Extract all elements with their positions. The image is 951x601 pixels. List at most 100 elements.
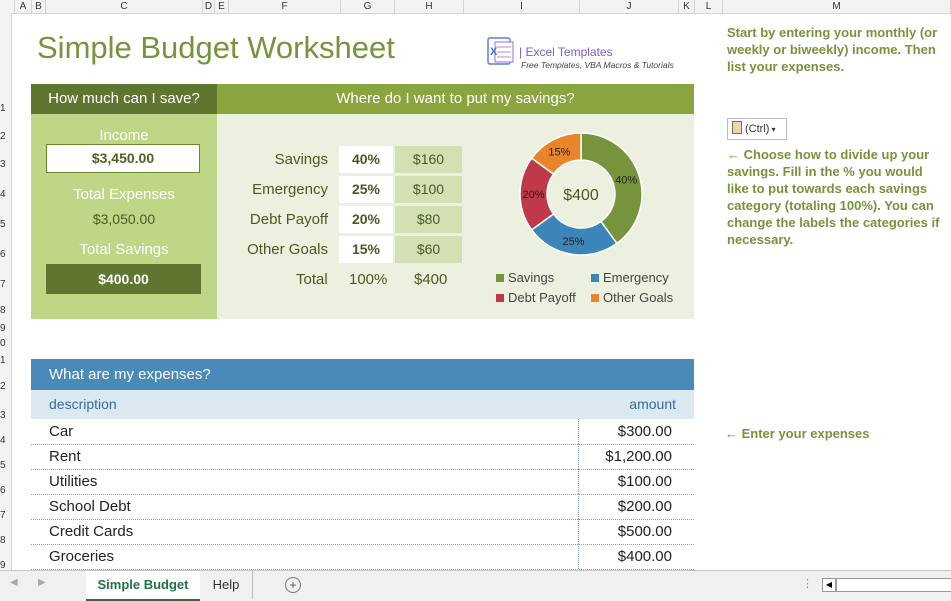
- expense-row[interactable]: Groceries $400.00: [31, 544, 694, 570]
- total-savings-value: $400.00: [46, 264, 201, 294]
- category-label-emergency[interactable]: Emergency: [217, 181, 328, 198]
- clipboard-icon: [732, 121, 742, 134]
- horizontal-scrollbar[interactable]: [836, 578, 951, 592]
- add-sheet-icon[interactable]: +: [285, 577, 301, 593]
- col-header-e[interactable]: E: [215, 0, 229, 13]
- expense-description[interactable]: Utilities: [49, 473, 97, 490]
- amount-debt-payoff: $80: [395, 206, 462, 233]
- row-header[interactable]: 0: [0, 338, 11, 349]
- row-header[interactable]: 8: [0, 305, 11, 316]
- category-label-other-goals[interactable]: Other Goals: [217, 241, 328, 258]
- hscroll-left-icon[interactable]: ◀: [822, 578, 836, 592]
- row-header[interactable]: 7: [0, 510, 11, 521]
- expense-row[interactable]: School Debt $200.00: [31, 494, 694, 520]
- expense-description[interactable]: School Debt: [49, 498, 131, 515]
- expenses-column-headers: description amount: [31, 390, 694, 419]
- col-header-a[interactable]: A: [15, 0, 32, 13]
- row-header[interactable]: 7: [0, 279, 11, 290]
- expense-description[interactable]: Groceries: [49, 548, 114, 565]
- total-expenses-value: $3,050.00: [92, 211, 156, 227]
- row-header[interactable]: 5: [0, 460, 11, 471]
- col-header-m[interactable]: M: [723, 0, 951, 13]
- legend-item-emergency: Emergency: [591, 270, 669, 285]
- donut-data-label: 40%: [615, 174, 637, 186]
- col-header-k[interactable]: K: [679, 0, 695, 13]
- chevron-down-icon: ▾: [771, 125, 776, 134]
- income-label: Income: [99, 127, 149, 144]
- col-header-c[interactable]: C: [46, 0, 203, 13]
- category-label-debt-payoff[interactable]: Debt Payoff: [217, 211, 328, 228]
- row-header[interactable]: 6: [0, 249, 11, 260]
- col-header-b[interactable]: B: [32, 0, 46, 13]
- col-header-h[interactable]: H: [395, 0, 464, 13]
- column-divider: [578, 544, 579, 569]
- col-header-i[interactable]: I: [464, 0, 580, 13]
- expense-amount[interactable]: $200.00: [618, 498, 672, 515]
- pct-input-other-goals[interactable]: 15%: [339, 236, 393, 263]
- col-header-f[interactable]: F: [229, 0, 341, 13]
- legend-label: Other Goals: [603, 290, 674, 305]
- column-divider: [578, 469, 579, 494]
- scroll-right-icon[interactable]: ▶: [38, 577, 46, 588]
- row-header[interactable]: 2: [0, 381, 11, 392]
- expense-row[interactable]: Car $300.00: [31, 419, 694, 445]
- tab-splitter-icon[interactable]: ⋮: [802, 577, 813, 590]
- col-header-g[interactable]: G: [341, 0, 395, 13]
- row-header[interactable]: 9: [0, 323, 11, 334]
- select-all-corner[interactable]: [0, 0, 15, 13]
- scroll-left-icon[interactable]: ◀: [10, 577, 18, 588]
- expense-amount[interactable]: $500.00: [618, 523, 672, 540]
- paste-options-button[interactable]: (Ctrl) ▾: [727, 118, 787, 140]
- column-header-bar: A B C D E F G H I J K L M: [0, 0, 951, 14]
- col-header-d[interactable]: D: [203, 0, 215, 13]
- total-amount: $400: [414, 271, 448, 288]
- expense-row[interactable]: Credit Cards $500.00: [31, 519, 694, 545]
- row-header[interactable]: 5: [0, 219, 11, 230]
- pct-input-debt-payoff[interactable]: 20%: [339, 206, 393, 233]
- amount-emergency: $100: [395, 176, 462, 203]
- column-divider: [578, 494, 579, 519]
- donut-data-label: 20%: [522, 189, 544, 201]
- tab-simple-budget[interactable]: Simple Budget: [86, 571, 200, 601]
- row-header[interactable]: 8: [0, 535, 11, 546]
- income-input[interactable]: $3,450.00: [46, 144, 200, 173]
- pct-input-emergency[interactable]: 25%: [339, 176, 393, 203]
- expense-amount[interactable]: $100.00: [618, 473, 672, 490]
- total-pct: 100%: [349, 271, 388, 288]
- pct-input-savings[interactable]: 40%: [339, 146, 393, 173]
- amount-column-header: amount: [629, 396, 676, 412]
- row-header[interactable]: 1: [0, 103, 11, 114]
- amount-savings: $160: [395, 146, 462, 173]
- expense-description[interactable]: Car: [49, 423, 73, 440]
- legend-item-other-goals: Other Goals: [591, 290, 673, 305]
- row-header[interactable]: 3: [0, 410, 11, 421]
- category-label-savings[interactable]: Savings: [217, 151, 328, 168]
- legend-swatch: [496, 294, 504, 302]
- row-header[interactable]: 1: [0, 355, 11, 366]
- row-header[interactable]: 4: [0, 435, 11, 446]
- logo-title: | Excel Templates: [519, 45, 613, 59]
- expense-description[interactable]: Rent: [49, 448, 81, 465]
- total-savings-label: Total Savings: [79, 241, 169, 258]
- tab-help[interactable]: Help: [200, 571, 253, 599]
- expenses-note: ← Enter your expenses: [725, 426, 870, 441]
- legend-item-debt-payoff: Debt Payoff: [496, 290, 576, 305]
- expense-row[interactable]: Rent $1,200.00: [31, 444, 694, 470]
- expense-description[interactable]: Credit Cards: [49, 523, 133, 540]
- col-header-j[interactable]: J: [580, 0, 679, 13]
- row-header[interactable]: 2: [0, 131, 11, 142]
- col-header-l[interactable]: L: [695, 0, 723, 13]
- row-header[interactable]: 3: [0, 159, 11, 170]
- column-divider: [578, 419, 579, 444]
- row-header[interactable]: 6: [0, 485, 11, 496]
- description-column-header: description: [49, 396, 117, 412]
- expense-amount[interactable]: $400.00: [618, 548, 672, 565]
- savings-donut-chart[interactable]: 40% 25% 20% 15% $400: [515, 129, 647, 259]
- expense-row[interactable]: Utilities $100.00: [31, 469, 694, 495]
- column-divider: [578, 444, 579, 469]
- row-header[interactable]: 4: [0, 189, 11, 200]
- column-divider: [578, 519, 579, 544]
- expense-amount[interactable]: $1,200.00: [605, 448, 672, 465]
- total-expenses-label: Total Expenses: [73, 186, 175, 203]
- expense-amount[interactable]: $300.00: [618, 423, 672, 440]
